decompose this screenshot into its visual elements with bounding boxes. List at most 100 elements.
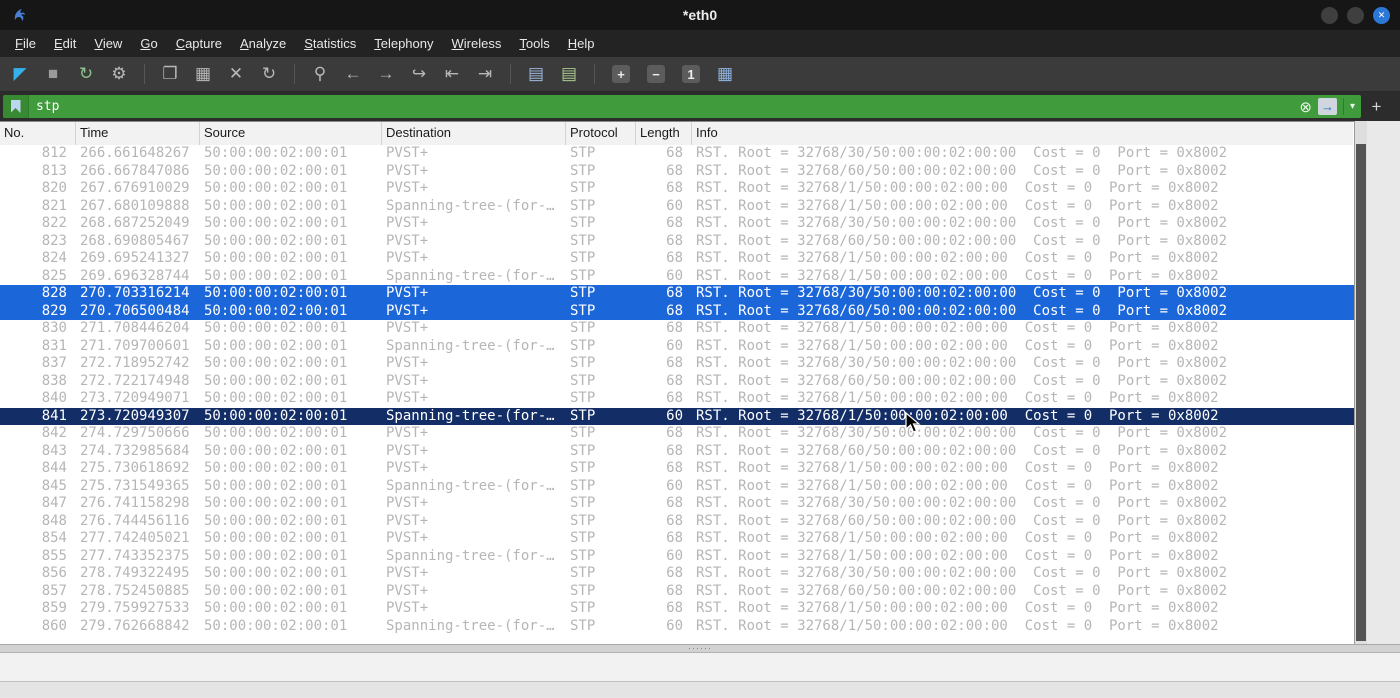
column-header-info[interactable]: Info	[692, 122, 1353, 145]
packet-row-840[interactable]: 840 273.720949071 50:00:00:02:00:01 PVST+ ST…	[0, 390, 1354, 408]
packet-row-860[interactable]: 860 279.762668842 50:00:00:02:00:01 Spannin…	[0, 617, 1354, 635]
packet-row-824[interactable]: 824 269.695241327 50:00:00:02:00:01 PVST+ ST…	[0, 250, 1354, 268]
packet-row-829[interactable]: 829 270.706500484 50:00:00:02:00:01 PVST+ ST…	[0, 302, 1354, 320]
cell-no: 854	[41, 530, 67, 546]
packet-list-scrollbar[interactable]	[1355, 121, 1367, 644]
packet-row-838[interactable]: 838 272.722174948 50:00:00:02:00:01 PVST+ ST…	[0, 372, 1354, 390]
filter-bookmark-button[interactable]	[3, 95, 29, 118]
packet-row-842[interactable]: 842 274.729750666 50:00:00:02:00:01 PVST+ ST…	[0, 425, 1354, 443]
capture-options-icon[interactable]: ⚙	[107, 62, 131, 86]
cell-source: 50:00:00:02:00:01	[204, 162, 348, 179]
packet-row-847[interactable]: 847 276.741158298 50:00:00:02:00:01 PVST+ ST…	[0, 495, 1354, 513]
cell-time: 275.730618692	[80, 460, 190, 476]
window-title: *eth0	[682, 7, 718, 23]
packet-row-841[interactable]: 841 273.720949307 50:00:00:02:00:01 Spannin…	[0, 407, 1354, 425]
toolbar-separator	[144, 64, 145, 84]
filter-input[interactable]: stp ⊗ → ▾	[3, 95, 1361, 118]
packet-row-830[interactable]: 830 271.708446204 50:00:00:02:00:01 PVST+ ST…	[0, 320, 1354, 338]
scrollbar-thumb[interactable]	[1356, 144, 1366, 641]
stop-capture-icon[interactable]: ■	[41, 62, 65, 86]
menu-item-analyze[interactable]: Analyze	[231, 30, 295, 57]
cell-time: 278.749322495	[80, 565, 190, 581]
packet-row-845[interactable]: 845 275.731549365 50:00:00:02:00:01 Spannin…	[0, 477, 1354, 495]
packet-row-837[interactable]: 837 272.718952742 50:00:00:02:00:01 PVST+ ST…	[0, 355, 1354, 373]
menu-item-file[interactable]: File	[6, 30, 45, 57]
close-button[interactable]: ✕	[1373, 6, 1390, 24]
menu-item-statistics[interactable]: Statistics	[295, 30, 365, 57]
menu-item-capture[interactable]: Capture	[167, 30, 231, 57]
auto-scroll-icon[interactable]: ▤	[524, 62, 548, 86]
packet-row-813[interactable]: 813 266.667847086 50:00:00:02:00:01 PVST+ ST…	[0, 162, 1354, 180]
cell-destination: PVST+	[386, 425, 429, 441]
zoom-out-icon[interactable]: −	[647, 65, 665, 83]
packet-row-828[interactable]: 828 270.703316214 50:00:00:02:00:01 PVST+ ST…	[0, 285, 1354, 303]
colorize-icon[interactable]: ▤	[557, 62, 581, 86]
go-first-packet-icon[interactable]: ⇤	[440, 62, 464, 86]
cell-source: 50:00:00:02:00:01	[204, 337, 348, 354]
zoom-original-icon[interactable]: 1	[682, 65, 700, 83]
go-last-packet-icon[interactable]: ⇥	[473, 62, 497, 86]
start-capture-icon[interactable]: ◤	[8, 62, 32, 86]
packet-row-856[interactable]: 856 278.749322495 50:00:00:02:00:01 PVST+ ST…	[0, 565, 1354, 583]
menu-item-edit[interactable]: Edit	[45, 30, 85, 57]
packet-row-825[interactable]: 825 269.696328744 50:00:00:02:00:01 Spannin…	[0, 267, 1354, 285]
packet-row-820[interactable]: 820 267.676910029 50:00:00:02:00:01 PVST+ ST…	[0, 180, 1354, 198]
minimize-button[interactable]	[1321, 6, 1338, 24]
maximize-button[interactable]	[1347, 6, 1364, 24]
packet-row-848[interactable]: 848 276.744456116 50:00:00:02:00:01 PVST+ ST…	[0, 512, 1354, 530]
cell-time: 272.722174948	[80, 372, 190, 389]
cell-length: 68	[666, 162, 683, 179]
cell-length: 68	[666, 372, 683, 389]
menu-item-wireless[interactable]: Wireless	[443, 30, 511, 57]
packet-row-821[interactable]: 821 267.680109888 50:00:00:02:00:01 Spannin…	[0, 197, 1354, 215]
cell-protocol: STP	[570, 407, 596, 424]
cell-destination: Spanning-tree-(for-…	[386, 407, 555, 424]
column-header-protocol[interactable]: Protocol	[566, 122, 636, 145]
go-to-packet-icon[interactable]: ↪	[407, 62, 431, 86]
menu-item-tools[interactable]: Tools	[510, 30, 558, 57]
column-header-length[interactable]: Length	[636, 122, 692, 145]
apply-filter-icon[interactable]: →	[1317, 98, 1337, 115]
packet-row-812[interactable]: 812 266.661648267 50:00:00:02:00:01 PVST+ ST…	[0, 145, 1354, 163]
cell-destination: PVST+	[386, 442, 429, 459]
open-file-icon[interactable]: ❐	[158, 62, 182, 86]
menu-item-telephony[interactable]: Telephony	[365, 30, 442, 57]
packet-row-822[interactable]: 822 268.687252049 50:00:00:02:00:01 PVST+ ST…	[0, 215, 1354, 233]
pane-splitter[interactable]: ······	[0, 644, 1400, 653]
cell-destination: PVST+	[386, 495, 429, 511]
packet-row-854[interactable]: 854 277.742405021 50:00:00:02:00:01 PVST+ ST…	[0, 530, 1354, 548]
packet-row-857[interactable]: 857 278.752450885 50:00:00:02:00:01 PVST+ ST…	[0, 582, 1354, 600]
restart-capture-icon[interactable]: ↻	[74, 62, 98, 86]
column-header-destination[interactable]: Destination	[382, 122, 566, 145]
clear-filter-icon[interactable]: ⊗	[1299, 98, 1312, 116]
packet-row-855[interactable]: 855 277.743352375 50:00:00:02:00:01 Spannin…	[0, 547, 1354, 565]
find-packet-icon[interactable]: ⚲	[308, 62, 332, 86]
cell-protocol: STP	[570, 285, 596, 301]
save-file-icon[interactable]: ▦	[191, 62, 215, 86]
packet-row-843[interactable]: 843 274.732985684 50:00:00:02:00:01 PVST+ ST…	[0, 442, 1354, 460]
splitter-handle[interactable]: ······	[0, 644, 1400, 653]
cell-no: 831	[41, 337, 67, 354]
cell-protocol: STP	[570, 390, 596, 406]
go-forward-icon[interactable]: →	[374, 62, 398, 86]
menu-item-go[interactable]: Go	[131, 30, 166, 57]
filter-dropdown-icon[interactable]: ▾	[1350, 101, 1357, 112]
zoom-in-icon[interactable]: +	[612, 65, 630, 83]
packet-row-831[interactable]: 831 271.709700601 50:00:00:02:00:01 Spannin…	[0, 337, 1354, 355]
menu-item-view[interactable]: View	[85, 30, 131, 57]
column-header-source[interactable]: Source	[200, 122, 382, 145]
cell-time: 272.718952742	[80, 355, 190, 371]
close-file-icon[interactable]: ✕	[224, 62, 248, 86]
go-back-icon[interactable]: ←	[341, 62, 365, 86]
column-header-time[interactable]: Time	[76, 122, 200, 145]
cell-source: 50:00:00:02:00:01	[204, 320, 348, 336]
packet-row-844[interactable]: 844 275.730618692 50:00:00:02:00:01 PVST+ ST…	[0, 460, 1354, 478]
cell-info: RST. Root = 32768/60/50:00:00:02:00:00 C…	[696, 372, 1228, 389]
packet-row-823[interactable]: 823 268.690805467 50:00:00:02:00:01 PVST+ ST…	[0, 232, 1354, 250]
add-filter-button[interactable]: +	[1365, 95, 1388, 118]
packet-row-859[interactable]: 859 279.759927533 50:00:00:02:00:01 PVST+ ST…	[0, 600, 1354, 618]
menu-item-help[interactable]: Help	[559, 30, 604, 57]
column-header-no[interactable]: No.	[0, 122, 76, 145]
resize-columns-icon[interactable]: ▦	[713, 62, 737, 86]
reload-file-icon[interactable]: ↻	[257, 62, 281, 86]
